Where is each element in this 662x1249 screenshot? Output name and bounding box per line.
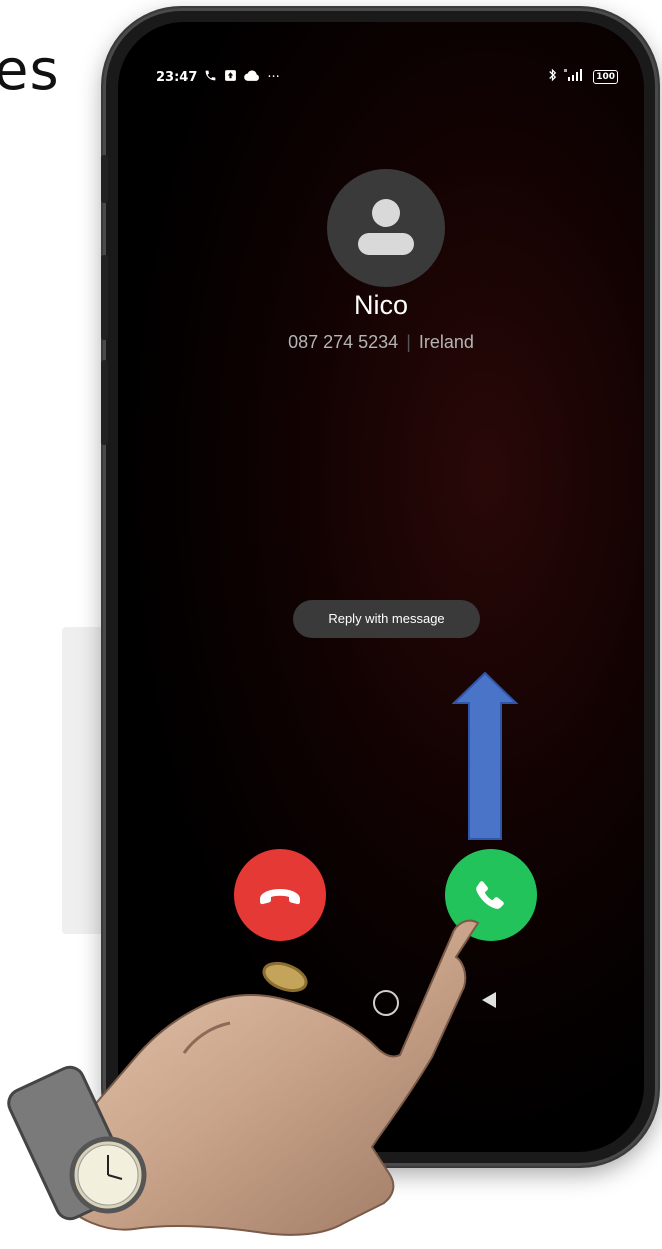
swipe-up-arrow — [452, 671, 518, 840]
more-dots-icon: ··· — [267, 70, 280, 85]
caller-info: 087 274 5234 | Ireland — [118, 332, 644, 353]
status-time: 23:47 — [156, 70, 198, 85]
phone-icon — [204, 69, 217, 86]
reply-with-message-button[interactable]: Reply with message — [293, 600, 480, 638]
pointing-hand-illustration — [7, 919, 480, 1236]
battery-indicator: 100 — [593, 69, 618, 84]
bluetooth-icon — [548, 68, 557, 85]
caller-name: Nico — [353, 290, 408, 320]
phone-side-button-low — [101, 360, 108, 445]
phone-side-button-mid — [101, 255, 108, 340]
upload-icon — [224, 69, 237, 86]
cloud-icon — [244, 70, 260, 85]
person-icon — [358, 199, 414, 255]
info-separator: | — [406, 332, 411, 352]
signal-icon — [564, 69, 586, 84]
status-bar: 23:47 ··· 100 — [118, 66, 644, 90]
caller-number: 087 274 5234 — [288, 332, 399, 352]
phone-side-button-top — [101, 155, 108, 203]
caller-location: Ireland — [418, 332, 474, 352]
partial-heading: es — [0, 38, 60, 103]
contact-avatar — [327, 169, 445, 287]
